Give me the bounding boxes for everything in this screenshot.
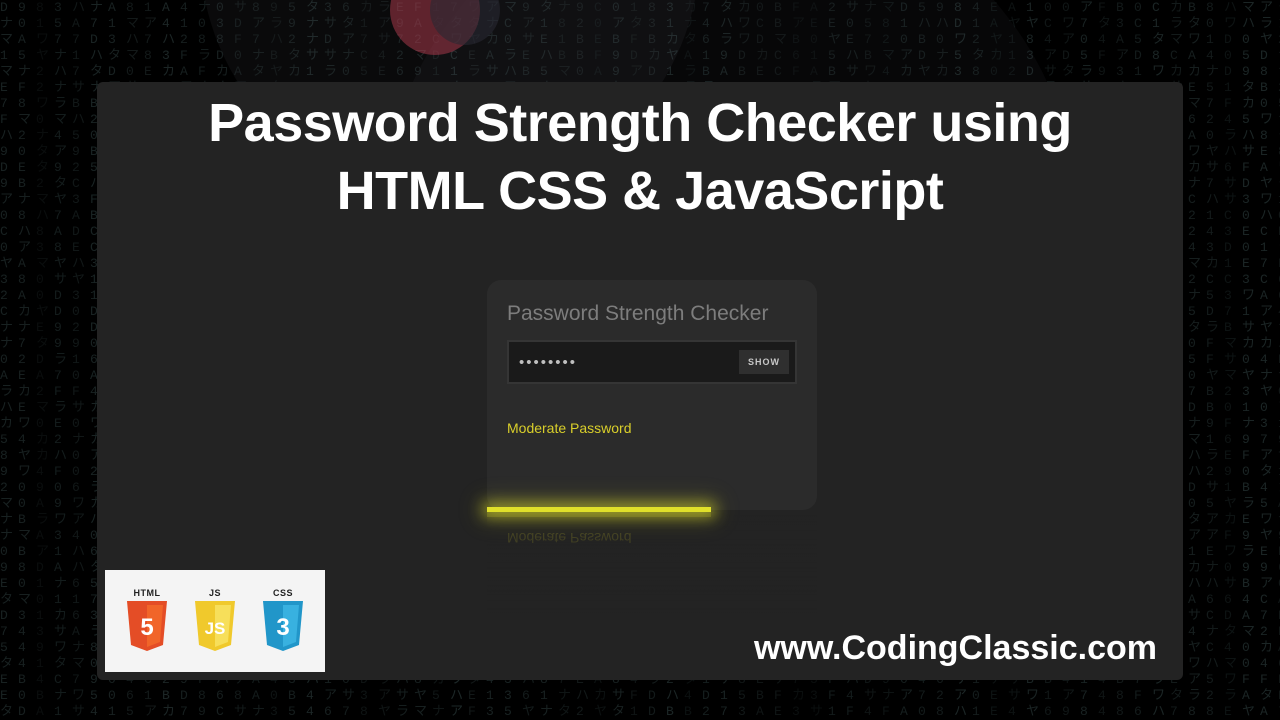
content-card: Password Strength Checker using HTML CSS… [97, 82, 1183, 680]
css3-label: CSS [273, 588, 293, 598]
password-input-row: •••••••• SHOW [507, 340, 797, 384]
checker-reflection: Moderate Password [487, 512, 817, 632]
checker-heading: Password Strength Checker [507, 302, 797, 326]
js-badge: JS JS [191, 588, 239, 655]
strength-label: Moderate Password [507, 420, 797, 436]
title-line-2: HTML CSS & JavaScript [97, 158, 1183, 226]
html5-badge: HTML 5 [123, 588, 171, 655]
password-checker-widget: Password Strength Checker •••••••• SHOW … [487, 280, 817, 510]
tech-badges: HTML 5 JS JS CSS [105, 570, 325, 672]
strength-bar-reflection [487, 512, 711, 517]
password-input[interactable]: •••••••• [519, 354, 739, 371]
js-label: JS [209, 588, 221, 598]
svg-text:3: 3 [276, 614, 289, 641]
js-shield-icon: JS [191, 599, 239, 655]
footer-url: www.CodingClassic.com [754, 629, 1157, 668]
page-title: Password Strength Checker using HTML CSS… [97, 90, 1183, 225]
html5-label: HTML [134, 588, 161, 598]
show-password-button[interactable]: SHOW [739, 350, 789, 374]
svg-text:JS: JS [205, 619, 226, 638]
css3-badge: CSS 3 [259, 588, 307, 655]
css3-shield-icon: 3 [259, 599, 307, 655]
svg-text:5: 5 [140, 614, 153, 641]
title-line-1: Password Strength Checker using [97, 90, 1183, 158]
strength-label-reflection: Moderate Password [507, 530, 632, 546]
html5-shield-icon: 5 [123, 599, 171, 655]
